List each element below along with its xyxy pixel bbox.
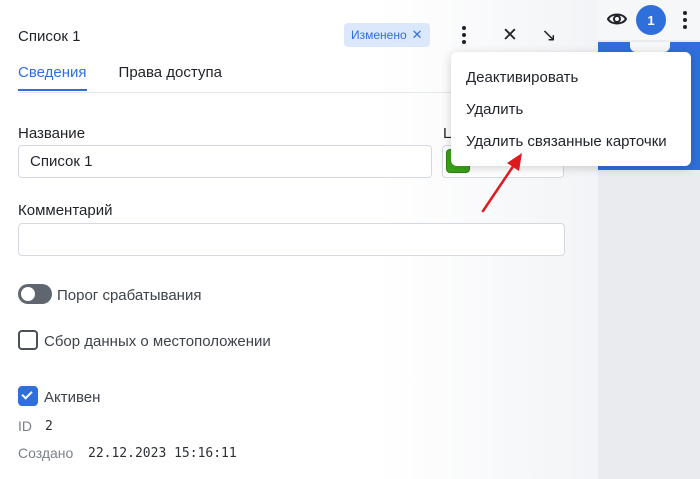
created-value: 22.12.2023 15:16:11 [88, 446, 237, 461]
location-checkbox[interactable] [18, 330, 38, 350]
name-input[interactable]: Список 1 [18, 145, 432, 178]
tab-access-rights[interactable]: Права доступа [119, 64, 222, 91]
active-label: Активен [44, 389, 101, 406]
avatar-count[interactable]: 1 [636, 5, 666, 35]
more-vertical-icon [683, 11, 687, 29]
collapse-button[interactable]: ↘ [536, 22, 562, 48]
card-title: Список 1 [18, 28, 81, 45]
menu-item-delete[interactable]: Удалить [451, 94, 691, 126]
comment-label: Комментарий [18, 202, 113, 219]
badge-close-icon[interactable]: ✕ [412, 23, 423, 47]
close-button[interactable]: ✕ [497, 22, 523, 48]
location-label: Сбор данных о местоположении [44, 333, 271, 350]
check-icon [21, 388, 33, 400]
menu-item-deactivate[interactable]: Деактивировать [451, 62, 691, 94]
id-label: ID [18, 418, 32, 434]
close-icon: ✕ [502, 24, 518, 46]
menu-item-delete-linked-cards[interactable]: Удалить связанные карточки [451, 126, 691, 158]
tab-bar: Сведения Права доступа [18, 64, 222, 91]
threshold-toggle[interactable] [18, 284, 52, 304]
right-column-card-tab [630, 42, 670, 52]
more-menu-button[interactable] [451, 22, 477, 48]
context-menu: Деактивировать Удалить Удалить связанные… [451, 52, 691, 166]
comment-input[interactable] [18, 223, 565, 256]
tab-details[interactable]: Сведения [18, 64, 87, 91]
toggle-knob [21, 287, 35, 301]
status-badge: Изменено ✕ [344, 23, 430, 47]
threshold-label: Порог срабатывания [57, 287, 202, 304]
active-checkbox[interactable] [18, 386, 38, 406]
status-badge-label: Изменено [351, 28, 407, 42]
more-vertical-icon [462, 26, 466, 44]
eye-icon[interactable] [606, 9, 628, 29]
right-more-button[interactable] [676, 8, 694, 32]
name-label: Название [18, 125, 86, 142]
created-label: Создано [18, 445, 74, 461]
id-value: 2 [45, 419, 53, 434]
arrow-down-right-icon: ↘ [541, 24, 557, 45]
